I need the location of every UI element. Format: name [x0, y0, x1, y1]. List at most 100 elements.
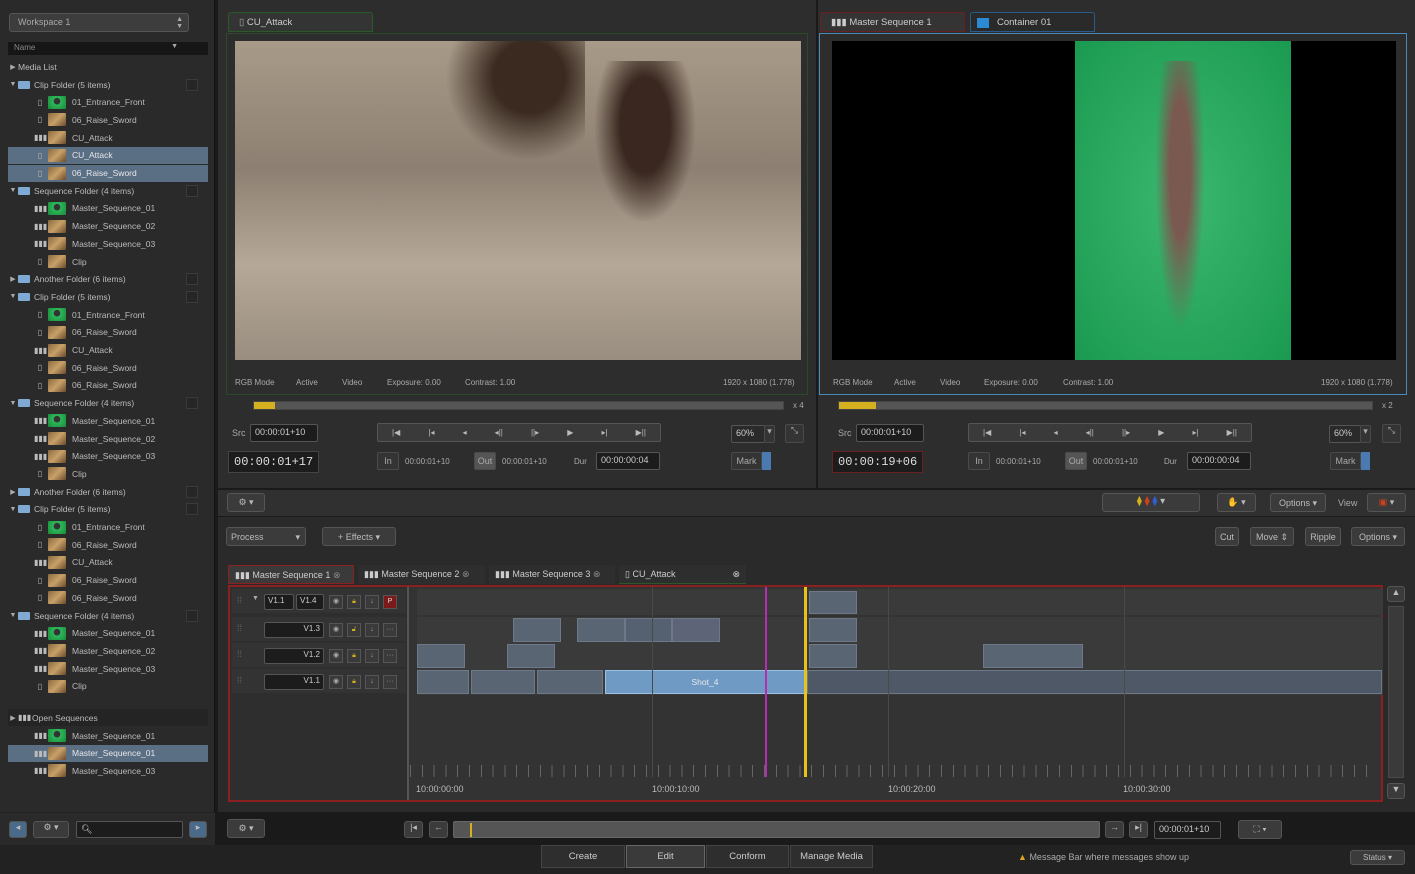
clip-row[interactable]: ▮▮▮ Master_Sequence_01 — [8, 625, 208, 642]
source-tab[interactable]: ▯ CU_Attack — [228, 12, 373, 32]
view-select-button[interactable]: ▣ ▾ — [1367, 493, 1406, 512]
clip-row[interactable]: ▯ 06_Raise_Sword — [8, 164, 208, 182]
sync-icon[interactable]: ↓ — [365, 675, 379, 689]
clip-row[interactable]: ▯ 06_Raise_Sword — [8, 324, 208, 341]
go-to-start-icon[interactable]: |◀ — [392, 428, 400, 437]
sync-icon[interactable]: ↓ — [365, 623, 379, 637]
selected-clip-shot-4[interactable]: Shot_4 — [605, 670, 805, 694]
timeline-clip[interactable] — [577, 618, 625, 642]
clip-row[interactable]: ▮▮▮ CU_Attack — [8, 554, 208, 571]
source-current-timecode[interactable]: 00:00:01+17 — [228, 451, 319, 473]
panel-toggle-button[interactable]: ◂ — [9, 821, 27, 838]
track-dest[interactable]: V1.4 — [296, 594, 324, 610]
close-icon[interactable]: ⊗ — [462, 569, 470, 579]
settings-menu-button[interactable]: ⚙ ▾ — [33, 821, 69, 838]
clip-row[interactable]: ▮▮▮ Master_Sequence_03 — [8, 235, 208, 252]
ripple-button[interactable]: Ripple — [1305, 527, 1341, 546]
open-sequence-row[interactable]: ▮▮▮ Master_Sequence_01 — [8, 744, 208, 762]
track-lane-v11[interactable]: Shot_4 — [417, 669, 1383, 695]
record-progress-bar[interactable] — [838, 401, 1373, 410]
scroll-down-button[interactable]: ▼ — [1387, 783, 1405, 799]
clip-row[interactable]: ▮▮▮ Master_Sequence_03 — [8, 448, 208, 465]
name-column-header[interactable]: Name ▼ — [8, 42, 208, 55]
source-video-frame[interactable] — [235, 41, 801, 360]
zoom-select[interactable]: 60% — [731, 425, 765, 443]
track-dest[interactable]: V1.3 — [264, 622, 324, 638]
timeline-clip[interactable] — [807, 670, 1382, 694]
close-icon[interactable]: ⊗ — [732, 569, 740, 580]
folder-row[interactable]: ▼ Sequence Folder (4 items) — [8, 607, 208, 624]
timeline-tab-master-sequence-3[interactable]: ▮▮▮ Master Sequence 3 ⊗ — [489, 565, 615, 584]
more-icon[interactable]: ··· — [383, 623, 397, 637]
timeline-clip[interactable] — [625, 618, 672, 642]
folder-checkbox[interactable] — [186, 273, 198, 286]
drag-handle-icon[interactable]: ⁞⁞ — [237, 595, 242, 605]
vertical-scrollbar[interactable] — [1388, 606, 1404, 778]
clip-row[interactable]: ▯ Clip — [8, 678, 208, 695]
clip-row[interactable]: ▮▮▮ Master_Sequence_02 — [8, 218, 208, 235]
cut-button[interactable]: Cut — [1215, 527, 1239, 546]
timeline-clip[interactable] — [471, 670, 535, 694]
src-timecode-field[interactable]: 00:00:01+10 — [250, 424, 318, 442]
timeline-clip[interactable] — [513, 618, 561, 642]
clip-row[interactable]: ▯ 06_Raise_Sword — [8, 572, 208, 589]
more-icon[interactable]: ··· — [383, 649, 397, 663]
clip-row[interactable]: ▮▮▮ CU_Attack — [8, 342, 208, 359]
toolbar-settings-button[interactable]: ⚙ ▾ — [227, 493, 265, 512]
rec-mark-in-button[interactable]: In — [968, 452, 990, 470]
track-dest[interactable]: V1.2 — [264, 648, 324, 664]
clip-row[interactable]: ▯ 06_Raise_Sword — [8, 589, 208, 606]
search-input[interactable]: 🔍︎ — [76, 821, 183, 838]
open-sequence-row[interactable]: ▮▮▮ Master_Sequence_01 — [8, 727, 208, 744]
folder-checkbox[interactable] — [186, 485, 198, 498]
eye-icon[interactable]: ◉ — [329, 595, 343, 609]
chevron-down-icon[interactable]: ▼ — [8, 81, 18, 88]
move-button[interactable]: Move ⇕ — [1250, 527, 1294, 546]
timeline-settings-button[interactable]: ⚙ ▾ — [227, 819, 265, 838]
clip-row[interactable]: ▯ 06_Raise_Sword — [8, 111, 208, 128]
go-to-start-icon[interactable]: |◀ — [983, 428, 991, 437]
zoom-dropdown[interactable]: ▾ — [764, 425, 775, 443]
pause-icon[interactable]: ||▸ — [531, 428, 539, 437]
timeline-clip[interactable] — [417, 670, 469, 694]
chevron-down-icon[interactable]: ▼ — [252, 595, 259, 602]
eye-icon[interactable]: ◉ — [329, 675, 343, 689]
timeline-clip[interactable] — [537, 670, 603, 694]
play-icon[interactable]: ▶ — [1158, 428, 1164, 437]
drag-handle-icon[interactable]: ⁞⁞ — [237, 623, 242, 633]
tab-edit[interactable]: Edit — [626, 845, 705, 868]
track-lane-v14[interactable] — [417, 589, 1383, 615]
timeline-clip[interactable] — [809, 644, 857, 668]
lock-icon[interactable]: 🔒︎ — [347, 595, 361, 609]
clip-row[interactable]: ▮▮▮ Master_Sequence_01 — [8, 200, 208, 217]
timeline-options-button[interactable]: Options ▾ — [1351, 527, 1405, 546]
rec-fit-button[interactable]: ⤡ — [1382, 424, 1401, 443]
eye-icon[interactable]: ◉ — [329, 649, 343, 663]
folder-checkbox[interactable] — [186, 184, 198, 197]
clip-row[interactable]: ▮▮▮ CU_Attack — [8, 129, 208, 146]
clip-row[interactable]: ▯ Clip — [8, 465, 208, 482]
rewind-icon[interactable]: ◂|| — [495, 428, 503, 437]
clip-row[interactable]: ▯ Clip — [8, 253, 208, 270]
clip-row[interactable]: ▮▮▮ Master_Sequence_02 — [8, 430, 208, 447]
sync-icon[interactable]: ↓ — [365, 595, 379, 609]
clip-row[interactable]: ▯ 06_Raise_Sword — [8, 536, 208, 553]
scroll-up-button[interactable]: ▲ — [1387, 586, 1405, 602]
unlock-icon[interactable]: 🔓︎ — [347, 623, 361, 637]
playhead[interactable] — [804, 587, 807, 777]
timeline-clip[interactable] — [983, 644, 1083, 668]
hand-tool-button[interactable]: ✋ ▾ — [1217, 493, 1256, 512]
timeline-horizontal-scrollbar[interactable] — [453, 821, 1100, 838]
folder-row[interactable]: ▼ Clip Folder (5 items) — [8, 76, 208, 93]
track-dest[interactable]: V1.1 — [264, 674, 324, 690]
container-tab[interactable]: Container 01 — [970, 12, 1095, 32]
workspace-select[interactable]: Workspace 1 ▲ ▼ — [9, 13, 189, 32]
prev-frame-icon[interactable]: ◂ — [463, 428, 467, 437]
previous-button[interactable]: ← — [429, 821, 448, 838]
step-forward-icon[interactable]: ▸| — [1192, 428, 1198, 437]
forward-button[interactable]: ▸ — [189, 821, 207, 838]
chevron-down-icon[interactable]: ▼ — [8, 506, 18, 513]
lock-icon[interactable]: 🔒︎ — [347, 649, 361, 663]
go-to-end-icon[interactable]: ▶|| — [636, 428, 646, 437]
record-tab-master-sequence[interactable]: ▮▮▮ Master Sequence 1 — [820, 12, 965, 32]
